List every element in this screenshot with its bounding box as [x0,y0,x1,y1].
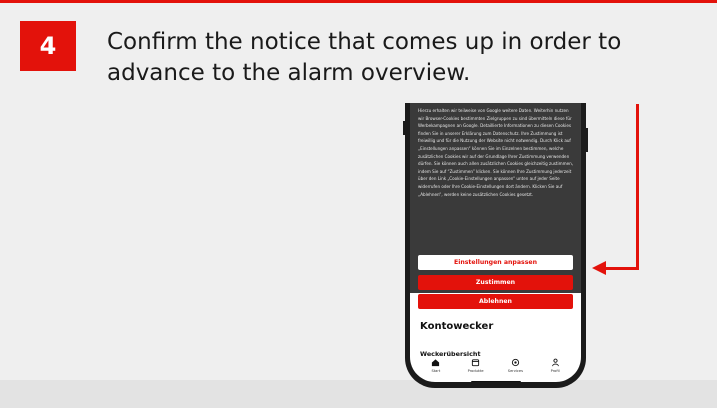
phone-power-button [586,128,588,152]
bottom-band [0,380,717,408]
step-number-badge: 4 [20,21,76,71]
section-title: Weckerübersicht [420,350,481,358]
pointer-arrow-line-horizontal [605,267,639,270]
step-card: 4 Confirm the notice that comes up in or… [0,0,717,408]
services-icon [511,358,519,367]
phone-mockup: Hierzu erhalten wir teilweise von Google… [405,103,586,388]
tab-label: Profil [550,369,560,373]
tab-start[interactable]: Start [421,358,451,373]
decline-button[interactable]: Ablehnen [418,294,573,309]
home-indicator[interactable] [470,381,521,382]
bottom-tab-bar: Start Produkte Services Profil [410,358,581,382]
customize-settings-button[interactable]: Einstellungen anpassen [418,255,573,270]
instruction-text: Confirm the notice that comes up in orde… [107,29,622,86]
tab-label: Services [507,369,523,373]
cookie-notice-text: Hierzu erhalten wir teilweise von Google… [418,108,574,197]
tab-services[interactable]: Services [500,358,530,373]
app-title: Kontowecker [420,321,494,332]
phone-screen: Hierzu erhalten wir teilweise von Google… [410,103,581,382]
pointer-arrow-line-vertical [636,104,639,270]
tab-produkte[interactable]: Produkte [461,358,491,373]
tab-label: Start [431,369,441,373]
tab-label: Produkte [467,369,484,373]
accept-button[interactable]: Zustimmen [418,275,573,290]
wallet-icon [472,359,480,367]
tab-profil[interactable]: Profil [540,358,570,373]
profile-icon [551,358,559,367]
pointer-arrow-head [592,261,606,275]
home-icon [432,359,440,367]
